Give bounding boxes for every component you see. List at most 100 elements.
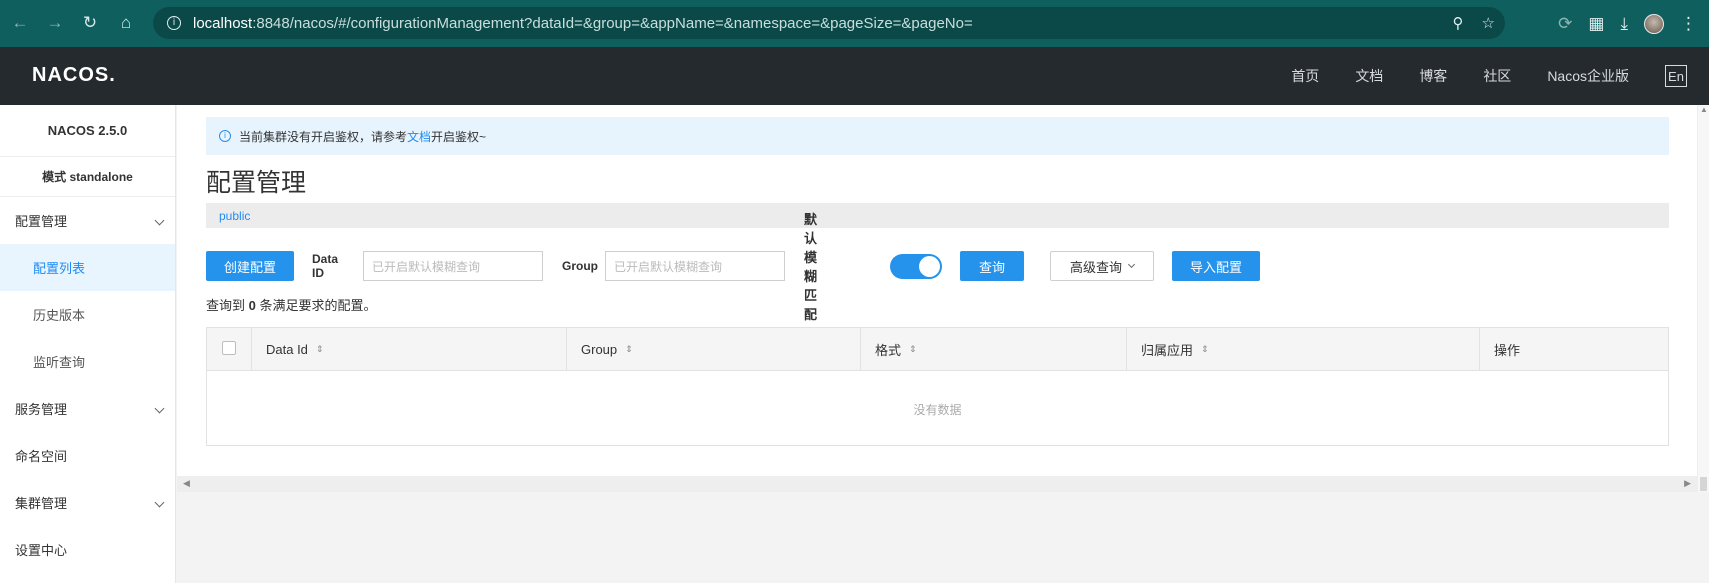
chevron-down-icon	[154, 497, 165, 507]
sort-icon[interactable]: ⇕	[625, 344, 633, 355]
sidebar-item-listener-query[interactable]: 监听查询	[0, 338, 175, 385]
sidebar-mode: 模式 standalone	[0, 157, 175, 197]
nav-home[interactable]: 首页	[1291, 66, 1319, 86]
sort-icon[interactable]: ⇕	[1201, 344, 1209, 355]
address-actions: ⚲ ☆	[1453, 7, 1495, 39]
config-table: Data Id ⇕ Group ⇕ 格式 ⇕ 归属应用 ⇕ 操作 没有数据	[206, 327, 1669, 446]
vertical-scrollbar[interactable]: ▲	[1697, 105, 1709, 492]
sidebar-item-config-list[interactable]: 配置列表	[0, 244, 175, 291]
group-label: Group	[562, 259, 598, 273]
select-all-checkbox[interactable]	[222, 341, 236, 355]
advanced-query-label: 高级查询	[1069, 259, 1122, 275]
alert-text-after: 开启鉴权~	[431, 129, 487, 144]
main-area: i 当前集群没有开启鉴权，请参考 文档 开启鉴权~ 配置管理 public 创建配置…	[177, 105, 1709, 583]
sidebar-item-label: 命名空间	[15, 449, 68, 464]
info-icon: i	[219, 130, 231, 142]
extensions-icon[interactable]: ▦	[1588, 14, 1604, 34]
sort-icon[interactable]: ⇕	[316, 344, 324, 355]
content-panel: i 当前集群没有开启鉴权，请参考 文档 开启鉴权~ 配置管理 public 创建配置…	[177, 105, 1697, 476]
profile-avatar[interactable]	[1644, 13, 1664, 34]
nav-docs[interactable]: 文档	[1355, 66, 1383, 86]
namespace-public-link[interactable]: public	[219, 209, 250, 223]
address-bar[interactable]: i localhost:8848/nacos/#/configurationMa…	[153, 7, 1505, 39]
column-data-id[interactable]: Data Id ⇕	[251, 328, 566, 371]
zoom-icon[interactable]: ⚲	[1453, 14, 1464, 32]
sidebar-item-label: 配置管理	[15, 214, 68, 229]
column-group[interactable]: Group ⇕	[566, 328, 860, 371]
column-label: 格式	[875, 343, 902, 358]
import-config-button[interactable]: 导入配置	[1172, 251, 1260, 281]
sidebar-item-namespace[interactable]: 命名空间	[0, 432, 175, 479]
sidebar-item-config-management[interactable]: 配置管理	[0, 197, 175, 244]
query-button[interactable]: 查询	[960, 251, 1024, 281]
fuzzy-match-label: 默认模糊匹配	[804, 212, 818, 322]
group-input[interactable]: 已开启默认模糊查询	[605, 251, 785, 281]
forward-icon[interactable]: →	[37, 5, 73, 41]
back-icon[interactable]: ←	[2, 5, 38, 41]
sidebar-item-label: 配置列表	[33, 261, 86, 276]
sidebar-version-title: NACOS 2.5.0	[0, 105, 175, 157]
reload-icon[interactable]: ↻	[72, 5, 108, 41]
language-switch-button[interactable]: En	[1665, 65, 1687, 87]
scroll-up-icon[interactable]: ▲	[1700, 105, 1708, 114]
advanced-query-dropdown[interactable]: 高级查询	[1050, 251, 1154, 281]
column-label: 归属应用	[1141, 343, 1194, 358]
sort-icon[interactable]: ⇕	[909, 344, 917, 355]
column-actions: 操作	[1479, 328, 1668, 371]
menu-dots-icon[interactable]: ⋮	[1680, 14, 1697, 34]
sidebar-item-label: 设置中心	[15, 543, 68, 558]
chevron-down-icon	[154, 403, 165, 413]
sidebar-item-service-management[interactable]: 服务管理	[0, 385, 175, 432]
result-count-line: 查询到 0 条满足要求的配置。	[206, 295, 377, 314]
sidebar-item-label: 集群管理	[15, 496, 68, 511]
url-host: localhost	[193, 14, 253, 32]
horizontal-scrollbar[interactable]: ◀ ▶	[177, 476, 1697, 492]
dataid-input[interactable]: 已开启默认模糊查询	[363, 251, 543, 281]
browser-toolbar: ← → ↻ ⌂ i localhost:8848/nacos/#/configu…	[0, 0, 1709, 47]
star-icon[interactable]: ☆	[1482, 14, 1495, 32]
create-config-button[interactable]: 创建配置	[206, 251, 294, 281]
nav-blog[interactable]: 博客	[1419, 66, 1447, 86]
chevron-down-icon	[1127, 260, 1136, 269]
result-suffix: 条满足要求的配置。	[259, 298, 377, 313]
sync-icon[interactable]: ⟳	[1558, 14, 1572, 34]
home-icon[interactable]: ⌂	[108, 5, 144, 41]
column-label: 操作	[1494, 343, 1521, 358]
result-count: 0	[248, 298, 256, 313]
fuzzy-match-toggle[interactable]	[890, 254, 942, 279]
column-format[interactable]: 格式 ⇕	[860, 328, 1126, 371]
column-label: Data Id	[266, 342, 308, 357]
toggle-knob	[919, 256, 940, 277]
sidebar-item-history[interactable]: 历史版本	[0, 291, 175, 338]
chevron-down-icon	[154, 215, 165, 225]
scroll-thumb[interactable]	[1700, 477, 1707, 491]
empty-state: 没有数据	[913, 402, 962, 417]
sidebar-item-label: 历史版本	[33, 308, 86, 323]
download-icon[interactable]: ⤓	[1620, 14, 1628, 34]
namespace-bar: public	[206, 203, 1669, 228]
nav-community[interactable]: 社区	[1483, 66, 1511, 86]
app-header: NACOS. 首页 文档 博客 社区 Nacos企业版 En	[0, 47, 1709, 105]
auth-alert: i 当前集群没有开启鉴权，请参考 文档 开启鉴权~	[206, 117, 1669, 155]
sidebar-item-label: 服务管理	[15, 402, 68, 417]
url-path: :8848/nacos/#/configurationManagement?da…	[252, 14, 973, 32]
table-header: Data Id ⇕ Group ⇕ 格式 ⇕ 归属应用 ⇕ 操作	[207, 328, 1668, 371]
scroll-left-icon[interactable]: ◀	[183, 478, 190, 489]
header-nav: 首页 文档 博客 社区 Nacos企业版 En	[1255, 47, 1687, 105]
sidebar-item-label: 监听查询	[33, 355, 86, 370]
dataid-label: Data ID	[312, 252, 339, 280]
column-app[interactable]: 归属应用 ⇕	[1126, 328, 1479, 371]
page-title: 配置管理	[206, 169, 307, 197]
nav-enterprise[interactable]: Nacos企业版	[1547, 66, 1629, 86]
nacos-logo[interactable]: NACOS.	[32, 64, 116, 87]
alert-docs-link[interactable]: 文档	[407, 128, 431, 145]
column-label: Group	[581, 342, 618, 357]
scroll-right-icon[interactable]: ▶	[1684, 478, 1691, 489]
result-prefix: 查询到	[206, 298, 246, 313]
sidebar: NACOS 2.5.0 模式 standalone 配置管理 配置列表 历史版本…	[0, 105, 176, 583]
site-info-icon[interactable]: i	[167, 16, 181, 30]
sidebar-item-cluster-management[interactable]: 集群管理	[0, 479, 175, 526]
sidebar-item-settings[interactable]: 设置中心	[0, 526, 175, 573]
browser-actions: ⟳ ▦ ⤓ ⋮	[1558, 0, 1709, 47]
alert-text-before: 当前集群没有开启鉴权，请参考	[239, 129, 408, 144]
